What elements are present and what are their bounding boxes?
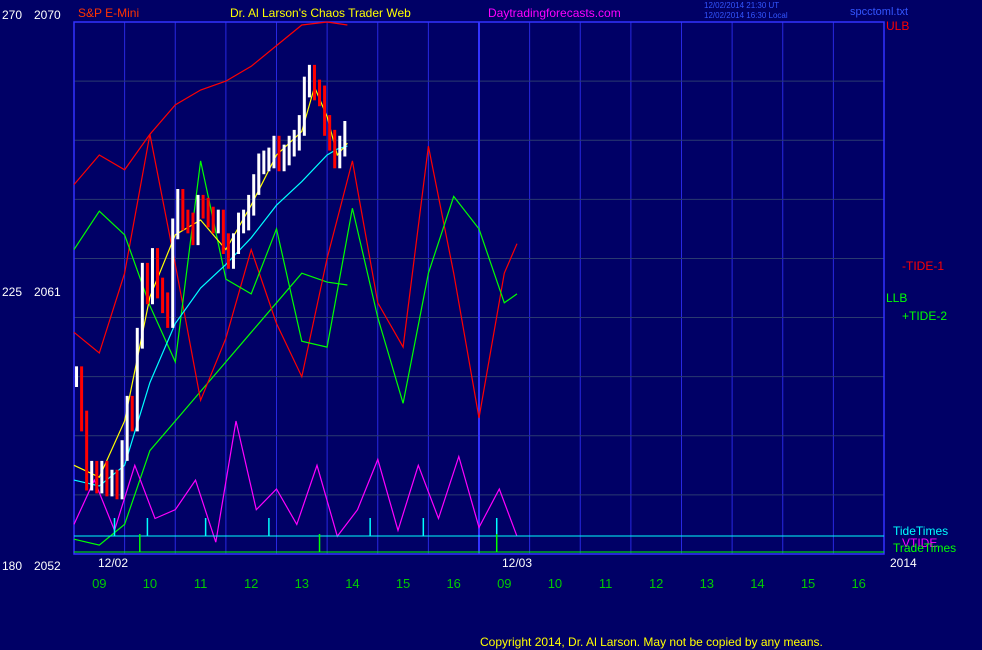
y-price-top: 2070 <box>34 8 61 22</box>
header-site[interactable]: Daytradingforecasts.com <box>488 6 621 20</box>
year-label: 2014 <box>890 556 917 570</box>
x-hour-label: 14 <box>750 576 764 591</box>
x-hour-label: 15 <box>801 576 815 591</box>
x-hour-label: 16 <box>851 576 865 591</box>
y-scale-mid: 225 <box>2 285 22 299</box>
copyright: Copyright 2014, Dr. Al Larson. May not b… <box>480 635 823 649</box>
x-hour-label: 13 <box>295 576 309 591</box>
date-label-1202: 12/02 <box>98 556 128 570</box>
header-file: spcctoml.txt <box>850 6 908 18</box>
x-hour-label: 11 <box>194 576 208 591</box>
header-timestamp-ut: 12/02/2014 21:30 UT <box>704 1 779 10</box>
y-scale-bottom: 180 <box>2 559 22 573</box>
x-hour-label: 16 <box>446 576 460 591</box>
chart-canvas: S&P E-Mini Dr. Al Larson's Chaos Trader … <box>0 0 982 650</box>
x-hour-label: 10 <box>143 576 157 591</box>
label-tide-1: -TIDE-1 <box>902 259 944 273</box>
x-hour-label: 12 <box>244 576 258 591</box>
header-title: Dr. Al Larson's Chaos Trader Web <box>230 6 411 20</box>
label-tide-2: +TIDE-2 <box>902 309 947 323</box>
y-price-mid: 2061 <box>34 285 61 299</box>
x-hour-label: 14 <box>345 576 359 591</box>
x-hour-label: 13 <box>700 576 714 591</box>
x-hour-label: 12 <box>649 576 663 591</box>
header-symbol: S&P E-Mini <box>78 6 139 20</box>
x-hour-label: 10 <box>548 576 562 591</box>
label-llb: LLB <box>886 291 907 305</box>
header-timestamp-local: 12/02/2014 16:30 Local <box>704 11 788 20</box>
x-hour-label: 11 <box>599 576 613 591</box>
x-hour-label: 15 <box>396 576 410 591</box>
date-label-1203: 12/03 <box>502 556 532 570</box>
label-tradetimes: TradeTimes <box>893 541 956 555</box>
y-price-bottom: 2052 <box>34 559 61 573</box>
x-hour-label: 09 <box>92 576 106 591</box>
label-ulb: ULB <box>886 19 909 33</box>
y-scale-top: 270 <box>2 8 22 22</box>
x-hour-label: 09 <box>497 576 511 591</box>
